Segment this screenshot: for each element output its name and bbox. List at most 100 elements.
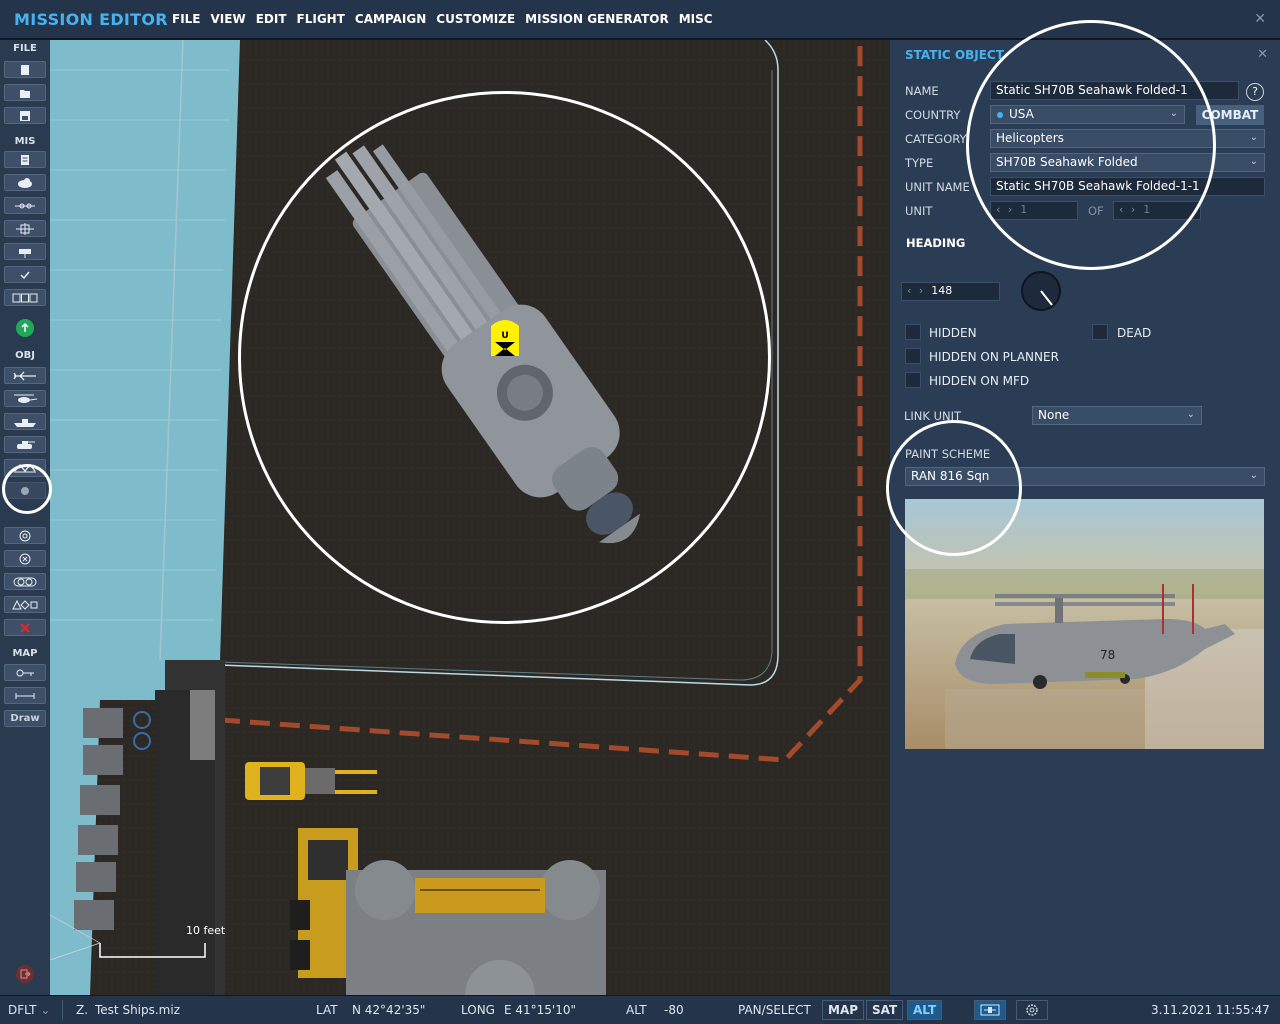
airfield-icon[interactable] xyxy=(4,527,46,544)
paint-scheme-select[interactable]: RAN 816 Sqn ⌄ xyxy=(905,467,1265,486)
menu-view[interactable]: VIEW xyxy=(211,12,246,26)
link-unit-label: LINK UNIT xyxy=(904,409,962,423)
main-menu: FILE VIEW EDIT FLIGHT CAMPAIGN CUSTOMIZE… xyxy=(172,12,723,26)
datetime: 3.11.2021 11:55:47 xyxy=(1151,1003,1270,1017)
spinner-arrows-icon[interactable]: ‹ › xyxy=(1119,203,1137,216)
help-button[interactable]: ? xyxy=(1246,83,1264,101)
panel-title: STATIC OBJECT xyxy=(905,48,1004,62)
profile-select[interactable]: DFLT ⌄ xyxy=(8,1003,50,1017)
trigger-zone-icon[interactable] xyxy=(4,220,46,237)
type-select[interactable]: SH70B Seahawk Folded ⌄ xyxy=(990,153,1265,172)
dead-checkbox[interactable] xyxy=(1092,324,1108,340)
resources-icon[interactable] xyxy=(4,289,46,306)
ship-icon[interactable] xyxy=(4,413,46,430)
check-icon[interactable] xyxy=(4,266,46,283)
toolbar-section-obj: OBJ xyxy=(15,350,35,361)
mission-file: Test Ships.miz xyxy=(95,1003,181,1017)
chevron-down-icon: ⌄ xyxy=(1249,132,1258,143)
heading-value: 148 xyxy=(931,284,953,297)
profile-value: DFLT xyxy=(8,1003,37,1017)
map-canvas[interactable]: U xyxy=(50,40,890,995)
window-close-icon[interactable]: ✕ xyxy=(1254,11,1266,27)
of-spinner[interactable]: ‹ › 1 xyxy=(1113,201,1201,220)
ruler-icon[interactable] xyxy=(4,687,46,704)
target-icon[interactable] xyxy=(4,573,46,590)
heading-spinner[interactable]: ‹ › 148 xyxy=(901,282,1000,301)
link-unit-value: None xyxy=(1038,408,1070,422)
static-object-icon[interactable] xyxy=(4,459,46,477)
chevron-down-icon: ⌄ xyxy=(40,1003,51,1017)
left-toolbar: FILE MIS OBJ MAP Draw xyxy=(0,40,50,995)
menu-misc[interactable]: MISC xyxy=(679,12,713,26)
sat-view-button[interactable]: SAT xyxy=(866,1000,904,1020)
category-select[interactable]: Helicopters ⌄ xyxy=(990,129,1265,148)
delete-icon[interactable] xyxy=(4,619,46,636)
chevron-down-icon: ⌄ xyxy=(1169,108,1178,119)
weather-icon[interactable] xyxy=(4,174,46,191)
country-dot-icon xyxy=(997,112,1003,118)
spinner-arrows-icon[interactable]: ‹ › xyxy=(907,284,925,297)
deck-structure xyxy=(346,860,606,995)
hidden-checkbox[interactable] xyxy=(905,324,921,340)
ground-unit-icon[interactable] xyxy=(4,436,46,453)
helicopter-icon[interactable] xyxy=(4,390,46,407)
draw-button[interactable]: Draw xyxy=(4,710,46,727)
shapes-icon[interactable] xyxy=(4,596,46,613)
nav-point-icon[interactable] xyxy=(4,550,46,567)
menu-campaign[interactable]: CAMPAIGN xyxy=(355,12,426,26)
long-label: LONG xyxy=(461,1003,495,1017)
aircraft-icon[interactable] xyxy=(4,367,46,384)
heading-dial-icon[interactable] xyxy=(1020,270,1062,312)
key-icon[interactable] xyxy=(4,664,46,681)
hidden-on-mfd-checkbox[interactable] xyxy=(905,372,921,388)
open-file-icon[interactable] xyxy=(4,84,46,101)
map-view-button[interactable]: MAP xyxy=(822,1000,865,1020)
new-file-icon[interactable] xyxy=(4,61,46,78)
of-value: 1 xyxy=(1143,203,1151,216)
alt-view-button[interactable]: ALT xyxy=(907,1000,943,1020)
unit-spinner[interactable]: ‹ › 1 xyxy=(990,201,1078,220)
go-up-icon[interactable] xyxy=(16,319,34,337)
unit-label: UNIT xyxy=(905,204,933,218)
chevron-down-icon: ⌄ xyxy=(1186,409,1195,420)
triggers-icon[interactable] xyxy=(4,197,46,214)
unit-name-field[interactable]: Static SH70B Seahawk Folded-1-1 xyxy=(990,177,1265,196)
category-value: Helicopters xyxy=(996,131,1064,145)
chevron-down-icon: ⌄ xyxy=(1249,156,1258,167)
unit-marker-letter: U xyxy=(501,331,508,341)
menu-flight[interactable]: FLIGHT xyxy=(297,12,345,26)
country-select[interactable]: USA ⌄ xyxy=(990,105,1185,124)
link-unit-select[interactable]: None ⌄ xyxy=(1032,406,1202,425)
hidden-on-planner-checkbox[interactable] xyxy=(905,348,921,364)
panel-close-icon[interactable]: ✕ xyxy=(1257,47,1268,62)
layout-icon[interactable] xyxy=(974,1000,1006,1020)
name-field[interactable]: Static SH70B Seahawk Folded-1 xyxy=(990,81,1239,100)
settings-gear-icon[interactable] xyxy=(1016,1000,1048,1020)
type-label: TYPE xyxy=(905,156,934,170)
menu-mission-generator[interactable]: MISSION GENERATOR xyxy=(525,12,669,26)
menu-customize[interactable]: CUSTOMIZE xyxy=(436,12,515,26)
toolbar-section-file: FILE xyxy=(13,43,37,54)
menu-edit[interactable]: EDIT xyxy=(256,12,287,26)
long-value: E 41°15'10" xyxy=(504,1003,577,1017)
map-view[interactable]: U 10 feet xyxy=(50,40,890,995)
mode-label: PAN/SELECT xyxy=(738,1003,811,1017)
menu-file[interactable]: FILE xyxy=(172,12,201,26)
exit-icon[interactable] xyxy=(16,965,34,983)
app-title: MISSION EDITOR xyxy=(14,10,168,29)
country-value: USA xyxy=(1009,107,1034,121)
combat-button[interactable]: COMBAT xyxy=(1196,105,1264,125)
spinner-arrows-icon[interactable]: ‹ › xyxy=(996,203,1014,216)
country-label: COUNTRY xyxy=(905,108,961,122)
briefing-icon[interactable] xyxy=(4,151,46,168)
unit-preview-image: 78 xyxy=(905,499,1264,749)
status-bar: DFLT ⌄ Z. Test Ships.miz LAT N 42°42'35"… xyxy=(0,995,1280,1024)
dead-label: DEAD xyxy=(1117,326,1152,340)
category-label: CATEGORY xyxy=(905,132,967,146)
goals-icon[interactable] xyxy=(4,243,46,260)
unit-value: 1 xyxy=(1020,203,1028,216)
save-file-icon[interactable] xyxy=(4,107,46,124)
zoom-label: Z. xyxy=(76,1003,89,1017)
template-icon[interactable] xyxy=(4,482,46,499)
alt-label: ALT xyxy=(626,1003,647,1017)
